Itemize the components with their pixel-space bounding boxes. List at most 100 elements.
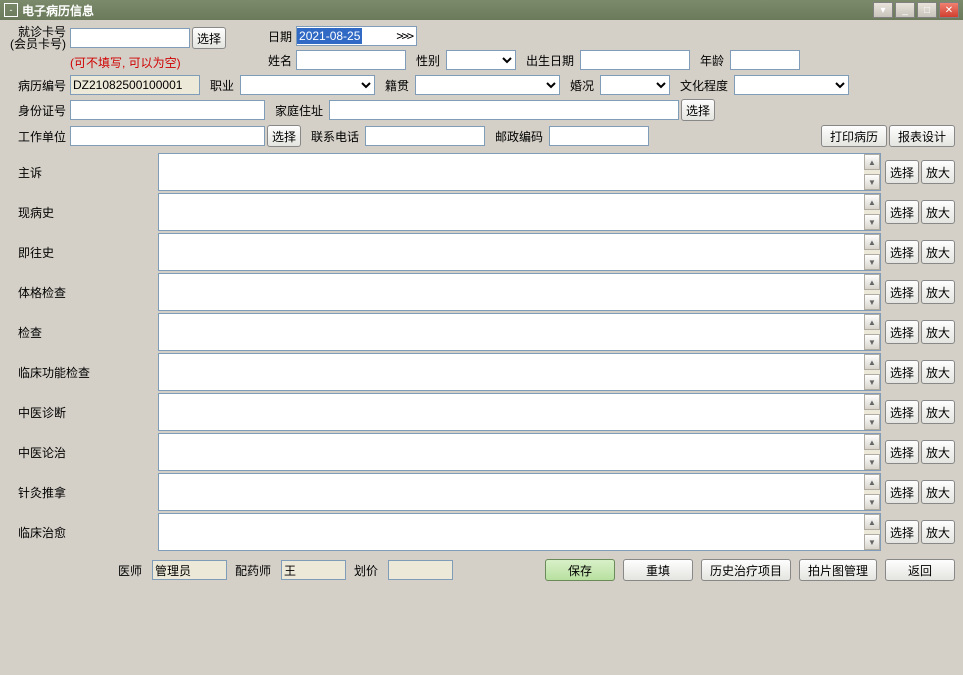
section-textarea[interactable]: [159, 514, 864, 550]
section-zoom-button[interactable]: 放大: [921, 320, 955, 344]
section-zoom-button[interactable]: 放大: [921, 200, 955, 224]
maximize-button[interactable]: □: [917, 2, 937, 18]
scrollbar[interactable]: ▲▼: [864, 274, 880, 310]
photo-manage-button[interactable]: 拍片图管理: [799, 559, 877, 581]
scroll-up-icon[interactable]: ▲: [864, 314, 880, 330]
section-textarea[interactable]: [159, 434, 864, 470]
name-input[interactable]: [296, 50, 406, 70]
birth-input[interactable]: [580, 50, 690, 70]
section-row: 检查▲▼选择放大: [8, 313, 955, 351]
scroll-down-icon[interactable]: ▼: [864, 294, 880, 310]
section-zoom-button[interactable]: 放大: [921, 400, 955, 424]
record-no-input[interactable]: [70, 75, 200, 95]
section-select-button[interactable]: 选择: [885, 480, 919, 504]
date-picker[interactable]: 2021-08-25 >>>: [296, 26, 417, 46]
print-button[interactable]: 打印病历: [821, 125, 887, 147]
section-select-button[interactable]: 选择: [885, 360, 919, 384]
hide-button[interactable]: ▾: [873, 2, 893, 18]
section-textarea[interactable]: [159, 234, 864, 270]
edu-select[interactable]: [734, 75, 849, 95]
card-input[interactable]: [70, 28, 190, 48]
work-select-button[interactable]: 选择: [267, 125, 301, 147]
marriage-select[interactable]: [600, 75, 670, 95]
section-textarea[interactable]: [159, 194, 864, 230]
postal-label: 邮政编码: [487, 128, 547, 145]
price-input[interactable]: [388, 560, 453, 580]
reset-button[interactable]: 重填: [623, 559, 693, 581]
scroll-down-icon[interactable]: ▼: [864, 254, 880, 270]
scroll-down-icon[interactable]: ▼: [864, 454, 880, 470]
scroll-up-icon[interactable]: ▲: [864, 354, 880, 370]
section-textarea[interactable]: [159, 354, 864, 390]
scrollbar[interactable]: ▲▼: [864, 474, 880, 510]
scrollbar[interactable]: ▲▼: [864, 154, 880, 190]
date-dropdown-icon[interactable]: >>>: [392, 29, 416, 43]
section-zoom-button[interactable]: 放大: [921, 280, 955, 304]
scroll-up-icon[interactable]: ▲: [864, 434, 880, 450]
scroll-down-icon[interactable]: ▼: [864, 334, 880, 350]
minimize-button[interactable]: _: [895, 2, 915, 18]
native-select[interactable]: [415, 75, 560, 95]
section-row: 体格检查▲▼选择放大: [8, 273, 955, 311]
section-textarea[interactable]: [159, 154, 864, 190]
system-menu-icon[interactable]: -: [4, 3, 18, 17]
pharm-input[interactable]: [281, 560, 346, 580]
addr-select-button[interactable]: 选择: [681, 99, 715, 121]
job-select[interactable]: [240, 75, 375, 95]
scrollbar[interactable]: ▲▼: [864, 514, 880, 550]
card-select-button[interactable]: 选择: [192, 27, 226, 49]
section-select-button[interactable]: 选择: [885, 520, 919, 544]
section-select-button[interactable]: 选择: [885, 160, 919, 184]
section-zoom-button[interactable]: 放大: [921, 360, 955, 384]
section-textarea[interactable]: [159, 314, 864, 350]
scroll-up-icon[interactable]: ▲: [864, 154, 880, 170]
postal-input[interactable]: [549, 126, 649, 146]
scroll-up-icon[interactable]: ▲: [864, 274, 880, 290]
section-select-button[interactable]: 选择: [885, 280, 919, 304]
scroll-down-icon[interactable]: ▼: [864, 414, 880, 430]
doctor-input[interactable]: [152, 560, 227, 580]
back-button[interactable]: 返回: [885, 559, 955, 581]
section-zoom-button[interactable]: 放大: [921, 520, 955, 544]
section-select-button[interactable]: 选择: [885, 440, 919, 464]
section-zoom-button[interactable]: 放大: [921, 240, 955, 264]
addr-input[interactable]: [329, 100, 679, 120]
scrollbar[interactable]: ▲▼: [864, 314, 880, 350]
section-select-button[interactable]: 选择: [885, 240, 919, 264]
section-zoom-button[interactable]: 放大: [921, 480, 955, 504]
scroll-up-icon[interactable]: ▲: [864, 234, 880, 250]
section-textarea[interactable]: [159, 474, 864, 510]
section-row: 主诉▲▼选择放大: [8, 153, 955, 191]
scroll-down-icon[interactable]: ▼: [864, 214, 880, 230]
doctor-label: 医师: [118, 562, 144, 579]
scroll-down-icon[interactable]: ▼: [864, 494, 880, 510]
section-select-button[interactable]: 选择: [885, 320, 919, 344]
scroll-up-icon[interactable]: ▲: [864, 194, 880, 210]
scrollbar[interactable]: ▲▼: [864, 394, 880, 430]
history-button[interactable]: 历史治疗项目: [701, 559, 791, 581]
sex-select[interactable]: [446, 50, 516, 70]
scrollbar[interactable]: ▲▼: [864, 194, 880, 230]
scroll-down-icon[interactable]: ▼: [864, 174, 880, 190]
report-design-button[interactable]: 报表设计: [889, 125, 955, 147]
section-select-button[interactable]: 选择: [885, 200, 919, 224]
section-textarea[interactable]: [159, 394, 864, 430]
scroll-up-icon[interactable]: ▲: [864, 474, 880, 490]
work-input[interactable]: [70, 126, 265, 146]
scrollbar[interactable]: ▲▼: [864, 354, 880, 390]
section-zoom-button[interactable]: 放大: [921, 160, 955, 184]
scroll-down-icon[interactable]: ▼: [864, 534, 880, 550]
phone-input[interactable]: [365, 126, 485, 146]
scroll-up-icon[interactable]: ▲: [864, 514, 880, 530]
scrollbar[interactable]: ▲▼: [864, 434, 880, 470]
age-input[interactable]: [730, 50, 800, 70]
scroll-up-icon[interactable]: ▲: [864, 394, 880, 410]
scrollbar[interactable]: ▲▼: [864, 234, 880, 270]
section-zoom-button[interactable]: 放大: [921, 440, 955, 464]
section-textarea[interactable]: [159, 274, 864, 310]
scroll-down-icon[interactable]: ▼: [864, 374, 880, 390]
id-input[interactable]: [70, 100, 265, 120]
close-button[interactable]: ✕: [939, 2, 959, 18]
section-select-button[interactable]: 选择: [885, 400, 919, 424]
save-button[interactable]: 保存: [545, 559, 615, 581]
